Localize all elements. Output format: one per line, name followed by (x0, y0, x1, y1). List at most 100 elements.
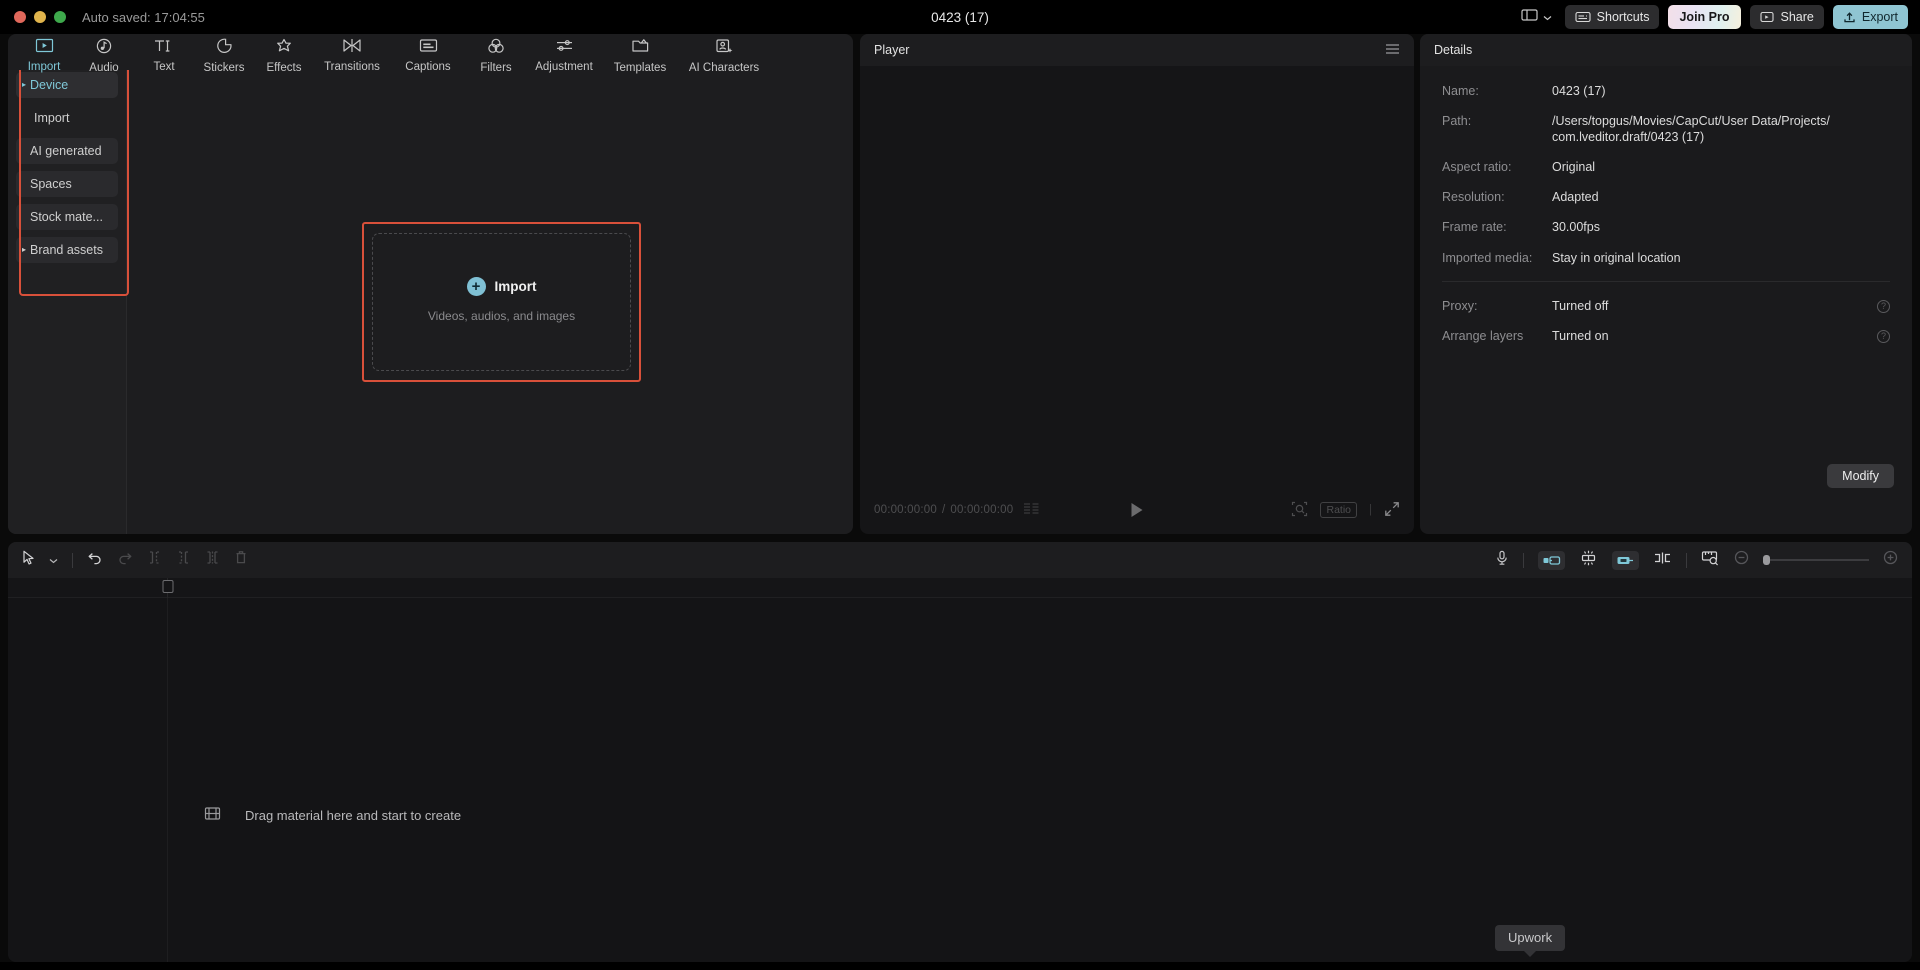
tab-audio[interactable]: Audio (74, 34, 134, 74)
tab-captions[interactable]: Captions (390, 34, 466, 73)
player-preview-stage[interactable] (860, 66, 1414, 486)
detail-key: Frame rate: (1442, 220, 1507, 235)
timeline-left-tools (22, 550, 248, 571)
details-panel: Details Name: 0423 (17) Path: /Users/top… (1420, 34, 1912, 534)
shortcuts-button[interactable]: Shortcuts (1564, 5, 1660, 29)
dropzone-subtitle: Videos, audios, and images (427, 309, 576, 323)
autosave-status: Auto saved: 17:04:55 (82, 9, 205, 25)
layout-switcher-button[interactable] (1517, 5, 1556, 30)
sidebar-item-import[interactable]: Import (16, 105, 118, 131)
player-quality-icon[interactable] (1023, 502, 1040, 518)
join-pro-button[interactable]: Join Pro (1668, 5, 1741, 29)
audio-note-icon (95, 38, 113, 59)
zoom-in-icon[interactable] (1883, 550, 1898, 570)
ratio-button[interactable]: Ratio (1320, 502, 1357, 518)
detail-row-name: Name: 0423 (17) (1442, 84, 1890, 99)
detail-row-arrange-layers: Arrange layers Turned on ? (1442, 329, 1890, 344)
time-separator: / (941, 504, 946, 516)
detail-row-imported-media: Imported media: Stay in original locatio… (1442, 251, 1890, 266)
tab-effects[interactable]: Effects (254, 34, 314, 74)
tab-stickers[interactable]: Stickers (194, 34, 254, 74)
timeline-zoom-slider[interactable] (1763, 555, 1869, 565)
detail-key: Aspect ratio: (1442, 159, 1512, 174)
auto-snap-icon[interactable] (1579, 550, 1598, 571)
microphone-icon[interactable] (1495, 550, 1509, 571)
window-traffic-lights: Auto saved: 17:04:55 (14, 10, 205, 25)
tab-adjustment[interactable]: Adjustment (526, 34, 602, 73)
ruler-zoom-icon[interactable] (1701, 550, 1720, 571)
delete-trash-icon[interactable] (234, 550, 248, 570)
help-icon-arrange-layers[interactable]: ? (1877, 330, 1890, 343)
detail-key: Proxy: (1442, 298, 1478, 313)
tab-captions-label: Captions (405, 61, 451, 73)
tab-templates[interactable]: Templates (602, 34, 678, 74)
sidebar-item-device-label: Device (30, 78, 69, 92)
help-icon-proxy[interactable]: ? (1877, 299, 1890, 313)
share-video-icon (1759, 11, 1775, 23)
tab-import[interactable]: Import (14, 34, 74, 73)
split-left-icon[interactable] (147, 550, 162, 570)
import-dropzone[interactable]: + Import Videos, audios, and images (372, 233, 631, 371)
zoom-out-icon[interactable] (1734, 550, 1749, 570)
timeline-tracks-area[interactable]: Drag material here and start to create (8, 598, 1912, 962)
keyframe-right-icon[interactable] (1612, 550, 1639, 570)
playhead-handle[interactable] (162, 580, 174, 593)
sidebar-item-brand-assets[interactable]: ▸ Brand assets (16, 237, 118, 263)
close-window-button[interactable] (14, 11, 26, 23)
timeline-ruler[interactable] (8, 578, 1912, 598)
redo-icon[interactable] (117, 551, 133, 570)
import-dropzone-region[interactable]: + Import Videos, audios, and images (362, 222, 641, 382)
title-bar: Auto saved: 17:04:55 0423 (17) Shortcuts… (0, 0, 1920, 34)
detail-value-resolution: Adapted (1552, 190, 1599, 204)
detail-value-aspect-ratio: Original (1552, 159, 1596, 174)
import-media-icon (35, 38, 54, 58)
tab-filters[interactable]: Filters (466, 34, 526, 74)
player-panel: Player 00:00:00:00 / 00:00:00:00 Ratio | (860, 34, 1414, 534)
timeline-track-gutter (8, 598, 168, 962)
keyframe-left-icon[interactable] (1538, 550, 1565, 570)
control-divider: | (1369, 504, 1372, 516)
caret-collapsed-icon: ▸ (22, 245, 27, 254)
details-header: Details (1420, 34, 1912, 66)
export-button[interactable]: Export (1832, 5, 1908, 29)
sidebar-item-ai-generated-label: AI generated (30, 144, 102, 158)
hamburger-menu-icon[interactable] (1385, 43, 1400, 58)
share-button[interactable]: Share (1749, 5, 1824, 29)
sidebar-item-spaces[interactable]: Spaces (16, 171, 118, 197)
sidebar-item-ai-generated[interactable]: AI generated (16, 138, 118, 164)
split-right-icon[interactable] (176, 550, 191, 570)
tab-transitions[interactable]: Transitions (314, 34, 390, 73)
maximize-window-button[interactable] (54, 11, 66, 23)
main-toolbar: Import Audio Text Stickers Effects Trans… (8, 34, 853, 74)
fullscreen-icon[interactable] (1384, 501, 1400, 520)
crop-magnify-icon[interactable] (1291, 501, 1308, 520)
timeline-toolbar (8, 542, 1912, 578)
undo-icon[interactable] (87, 551, 103, 570)
player-total-time: 00:00:00:00 (950, 504, 1014, 516)
capcut-editor-window: Auto saved: 17:04:55 0423 (17) Shortcuts… (0, 0, 1920, 970)
detail-value-frame-rate: 30.00fps (1552, 220, 1600, 235)
tab-effects-label: Effects (266, 62, 302, 74)
split-clip-icon[interactable] (1653, 551, 1672, 570)
sidebar-item-device[interactable]: ▸ Device (16, 72, 118, 98)
sidebar-item-stock-materials[interactable]: Stock mate... (16, 204, 118, 230)
zoom-slider-track[interactable] (1763, 555, 1869, 565)
modify-button[interactable]: Modify (1827, 464, 1894, 488)
tab-ai-characters[interactable]: AI Characters (678, 34, 770, 74)
detail-value-name: 0423 (17) (1552, 84, 1606, 98)
zoom-slider-knob[interactable] (1763, 555, 1770, 565)
toolbar-divider (1686, 552, 1687, 568)
chevron-down-icon[interactable] (49, 551, 58, 569)
tab-import-label: Import (27, 61, 61, 73)
minimize-window-button[interactable] (34, 11, 46, 23)
detail-key: Arrange layers (1442, 329, 1524, 343)
split-icon[interactable] (205, 550, 220, 570)
tab-text[interactable]: Text (134, 34, 194, 73)
select-cursor-icon[interactable] (22, 550, 35, 571)
filters-circles-icon (487, 38, 505, 59)
play-icon[interactable] (1131, 503, 1143, 517)
sidebar-item-stock-materials-label: Stock mate... (30, 210, 103, 224)
dropzone-action-row[interactable]: + Import (466, 277, 537, 296)
detail-key: Name: (1442, 84, 1479, 98)
upwork-tooltip: Upwork (1495, 925, 1566, 951)
